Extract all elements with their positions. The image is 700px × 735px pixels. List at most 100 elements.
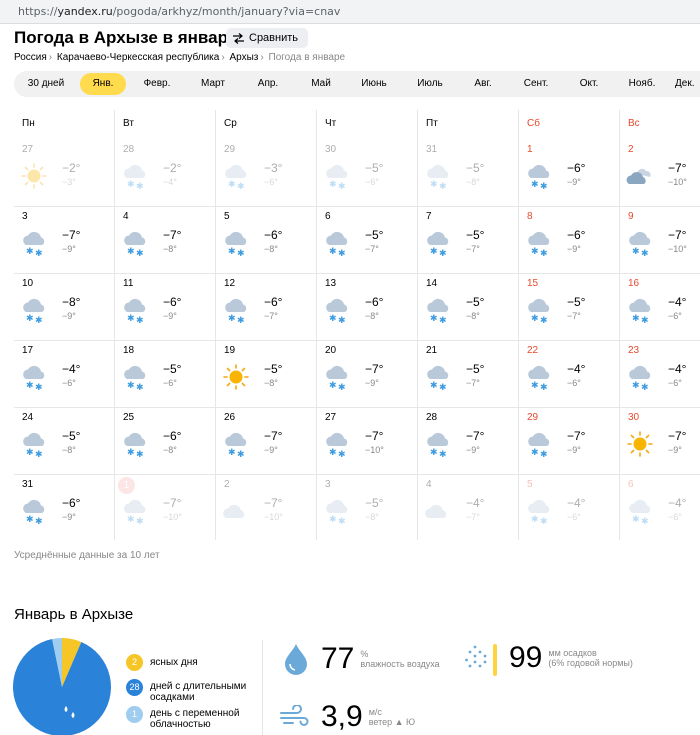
day-cell[interactable]: 24 ✱ ✱ −5° −8° bbox=[14, 408, 115, 474]
day-number: 28 bbox=[123, 144, 135, 155]
month-tab[interactable]: Нояб. bbox=[619, 73, 665, 95]
day-temp-min: −6° bbox=[62, 378, 76, 388]
day-cell[interactable]: 17 ✱ ✱ −4° −6° bbox=[14, 341, 115, 407]
grid-divider bbox=[14, 206, 700, 207]
day-cell[interactable]: 6 ✱ ✱ −4° −6° bbox=[620, 475, 700, 541]
month-tab[interactable]: Март bbox=[190, 73, 236, 95]
svg-text:✱: ✱ bbox=[338, 450, 346, 458]
svg-text:✱: ✱ bbox=[430, 314, 438, 324]
day-number: 3 bbox=[22, 211, 28, 222]
svg-text:✱: ✱ bbox=[531, 448, 539, 458]
month-tab[interactable]: Июнь bbox=[351, 73, 397, 95]
month-tab[interactable]: Февр. bbox=[134, 73, 180, 95]
svg-text:✱: ✱ bbox=[531, 247, 539, 257]
day-cell[interactable]: 22 ✱ ✱ −4° −6° bbox=[519, 341, 620, 407]
breadcrumb-item[interactable]: Архыз bbox=[229, 52, 258, 63]
url-text[interactable]: https://yandex.ru/pogoda/arkhyz/month/ja… bbox=[18, 5, 340, 18]
svg-text:✱: ✱ bbox=[540, 249, 548, 257]
day-cell[interactable]: 1 ✱ ✱ −6° −9° bbox=[519, 140, 620, 206]
day-cell[interactable]: 29 ✱ ✱ −7° −9° bbox=[519, 408, 620, 474]
day-cell[interactable]: 20 ✱ ✱ −7° −9° bbox=[317, 341, 418, 407]
day-cell[interactable]: 19 −5° −8° bbox=[216, 341, 317, 407]
snow-cloud-icon: ✱ ✱ bbox=[525, 162, 553, 192]
day-cell[interactable]: 29 ✱ ✱ −3° −6° bbox=[216, 140, 317, 206]
month-tab[interactable]: Май bbox=[298, 73, 344, 95]
day-cell[interactable]: 26 ✱ ✱ −7° −9° bbox=[216, 408, 317, 474]
snow-cloud-icon: ✱ ✱ bbox=[323, 162, 351, 192]
day-cell[interactable]: 27 ✱ ✱ −7° −10° bbox=[317, 408, 418, 474]
day-cell[interactable]: 3 ✱ ✱ −7° −9° bbox=[14, 207, 115, 273]
snow-cloud-icon: ✱ ✱ bbox=[121, 296, 149, 326]
breadcrumb-item[interactable]: Россия bbox=[14, 52, 47, 63]
month-tab-active[interactable]: Янв. bbox=[80, 73, 126, 95]
month-tab[interactable]: Апр. bbox=[245, 73, 291, 95]
browser-url-bar[interactable]: https://yandex.ru/pogoda/arkhyz/month/ja… bbox=[0, 0, 700, 24]
day-cell[interactable]: 2 −7° −10° bbox=[216, 475, 317, 541]
day-cell[interactable]: 7 ✱ ✱ −5° −7° bbox=[418, 207, 519, 273]
day-temp-min: −9° bbox=[567, 244, 581, 254]
day-cell[interactable]: 28 ✱ ✱ −7° −9° bbox=[418, 408, 519, 474]
day-cell[interactable]: 14 ✱ ✱ −5° −8° bbox=[418, 274, 519, 340]
snow-cloud-icon: ✱ ✱ bbox=[525, 497, 553, 527]
precip-label: (6% годовой нормы) bbox=[548, 658, 633, 668]
day-temp-min: −8° bbox=[62, 445, 76, 455]
day-number: 9 bbox=[628, 211, 634, 222]
day-cell[interactable]: 31 ✱ ✱ −6° −9° bbox=[14, 475, 115, 541]
snow-cloud-icon: ✱ ✱ bbox=[525, 363, 553, 393]
svg-text:✱: ✱ bbox=[136, 182, 144, 190]
day-cell[interactable]: 4 ✱ ✱ −7° −8° bbox=[115, 207, 216, 273]
cloud-icon bbox=[424, 497, 452, 525]
breadcrumb-item[interactable]: Карачаево-Черкесская республика bbox=[57, 52, 219, 63]
day-number: 1 bbox=[527, 144, 533, 155]
day-cell[interactable]: 8 ✱ ✱ −6° −9° bbox=[519, 207, 620, 273]
day-cell[interactable]: 28 ✱ ✱ −2° −4° bbox=[115, 140, 216, 206]
day-cell[interactable]: 30 −7° −9° bbox=[620, 408, 700, 474]
day-number: 1 bbox=[118, 477, 135, 494]
day-number: 15 bbox=[527, 278, 539, 289]
day-cell[interactable]: 16 ✱ ✱ −4° −6° bbox=[620, 274, 700, 340]
day-cell[interactable]: 11 ✱ ✱ −6° −9° bbox=[115, 274, 216, 340]
day-cell[interactable]: 4 −4° −7° bbox=[418, 475, 519, 541]
day-cell[interactable]: 30 ✱ ✱ −5° −6° bbox=[317, 140, 418, 206]
day-cell[interactable]: 27 −2° −3° bbox=[14, 140, 115, 206]
day-temp-min: −9° bbox=[466, 445, 480, 455]
compare-button[interactable]: Сравнить bbox=[226, 28, 309, 48]
day-cell[interactable]: 15 ✱ ✱ −5° −7° bbox=[519, 274, 620, 340]
svg-text:✱: ✱ bbox=[540, 316, 548, 324]
svg-text:✱: ✱ bbox=[127, 515, 135, 525]
day-cell[interactable]: 12 ✱ ✱ −6° −7° bbox=[216, 274, 317, 340]
day-cell[interactable]: 31 ✱ ✱ −5° −8° bbox=[418, 140, 519, 206]
weekday-label: Вт bbox=[123, 118, 134, 129]
day-temp-min: −7° bbox=[567, 311, 581, 321]
day-cell[interactable]: 18 ✱ ✱ −5° −6° bbox=[115, 341, 216, 407]
month-tab[interactable]: Июль bbox=[407, 73, 453, 95]
day-cell[interactable]: 13 ✱ ✱ −6° −8° bbox=[317, 274, 418, 340]
day-cell[interactable]: 25 ✱ ✱ −6° −8° bbox=[115, 408, 216, 474]
day-temp-max: −5° bbox=[365, 228, 384, 242]
day-cell[interactable]: 21 ✱ ✱ −5° −7° bbox=[418, 341, 519, 407]
month-tab[interactable]: Сент. bbox=[513, 73, 559, 95]
day-temp-max: −6° bbox=[264, 228, 283, 242]
svg-text:✱: ✱ bbox=[632, 381, 640, 391]
day-cell[interactable]: 2 −7° −10° bbox=[620, 140, 700, 206]
month-tab[interactable]: Авг. bbox=[460, 73, 506, 95]
month-tab[interactable]: 30 дней bbox=[16, 73, 76, 95]
svg-text:✱: ✱ bbox=[26, 314, 34, 324]
day-cell[interactable]: 10 ✱ ✱ −8° −9° bbox=[14, 274, 115, 340]
day-cell[interactable]: 5 ✱ ✱ −4° −6° bbox=[519, 475, 620, 541]
month-tab[interactable]: Дек. bbox=[675, 73, 700, 95]
day-cell[interactable]: 5 ✱ ✱ −6° −8° bbox=[216, 207, 317, 273]
day-temp-max: −4° bbox=[62, 362, 81, 376]
svg-text:✱: ✱ bbox=[127, 247, 135, 257]
day-cell[interactable]: 23 ✱ ✱ −4° −6° bbox=[620, 341, 700, 407]
snow-cloud-icon: ✱ ✱ bbox=[626, 229, 654, 259]
day-temp-min: −6° bbox=[668, 311, 682, 321]
day-cell[interactable]: 9 ✱ ✱ −7° −10° bbox=[620, 207, 700, 273]
day-cell[interactable]: 6 ✱ ✱ −5° −7° bbox=[317, 207, 418, 273]
svg-text:✱: ✱ bbox=[531, 381, 539, 391]
month-tab[interactable]: Окт. bbox=[566, 73, 612, 95]
day-cell[interactable]: 1 ✱ ✱ −7° −10° bbox=[115, 475, 216, 541]
day-cell[interactable]: 3 ✱ ✱ −5° −8° bbox=[317, 475, 418, 541]
day-temp-min: −8° bbox=[264, 244, 278, 254]
svg-text:✱: ✱ bbox=[430, 381, 438, 391]
